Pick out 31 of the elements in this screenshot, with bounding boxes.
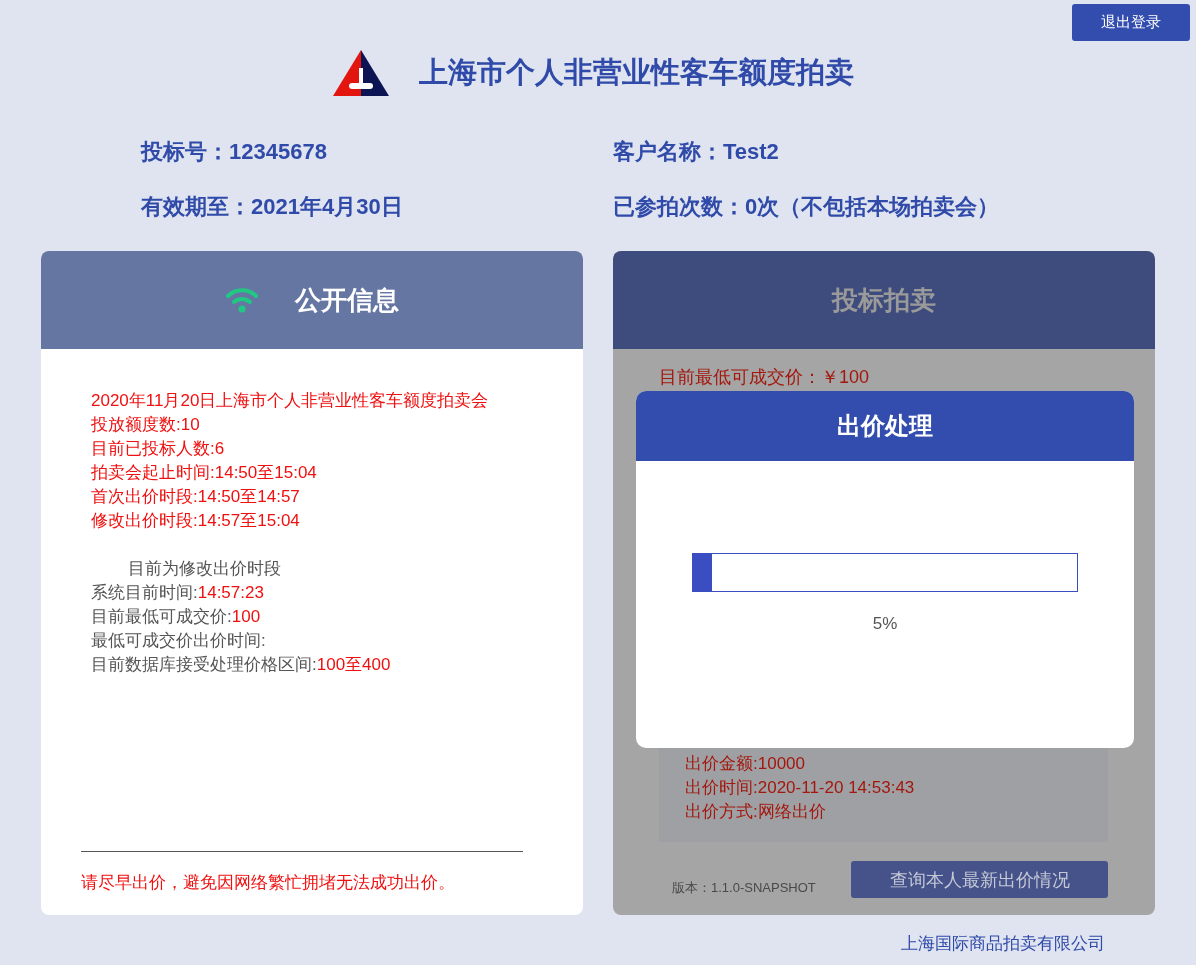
bidder-info-text: 客户名称：Test2 bbox=[613, 138, 780, 166]
info-line: 目前数据库接受处理价格区间:100至400 bbox=[91, 654, 392, 676]
info-line: 系统目前时间:14:57:23 bbox=[91, 582, 265, 604]
page-title: 上海市个人非营业性客车额度拍卖 bbox=[418, 54, 854, 90]
wifi-icon bbox=[225, 285, 259, 315]
panel-title: 公开信息 bbox=[295, 283, 399, 317]
query-bid-button[interactable]: 查询本人最新出价情况 bbox=[851, 861, 1108, 898]
logout-button[interactable]: 退出登录 bbox=[1072, 4, 1190, 41]
info-line: 目前为修改出价时段 bbox=[127, 558, 282, 580]
company-name: 上海国际商品拍卖有限公司 bbox=[901, 933, 1105, 955]
info-line: 修改出价时段:14:57至15:04 bbox=[91, 510, 301, 532]
info-line: 目前最低可成交价:100 bbox=[91, 606, 262, 628]
dialog-title: 出价处理 bbox=[837, 411, 933, 441]
info-line: 最低可成交价出价时间: bbox=[91, 630, 267, 652]
info-line: 拍卖会起止时间:14:50至15:04 bbox=[91, 462, 318, 484]
bid-record-line: 出价时间:2020-11-20 14:53:43 bbox=[685, 777, 916, 799]
bidder-info-text: 有效期至：2021年4月30日 bbox=[141, 193, 404, 221]
info-line: 首次出价时段:14:50至14:57 bbox=[91, 486, 301, 508]
notice-text: 请尽早出价，避免因网络繁忙拥堵无法成功出价。 bbox=[81, 872, 456, 894]
bid-record-line: 出价方式:网络出价 bbox=[685, 801, 827, 823]
lowest-price-text: 目前最低可成交价：￥100 bbox=[659, 366, 871, 389]
info-line: 目前已投标人数:6 bbox=[91, 438, 226, 460]
panel-title: 投标拍卖 bbox=[832, 283, 936, 317]
progress-percent: 5% bbox=[871, 614, 899, 634]
version-text: 版本：1.1.0-SNAPSHOT bbox=[672, 879, 816, 897]
bid-record-line: 出价金额:10000 bbox=[685, 753, 806, 775]
bidder-info-text: 投标号：12345678 bbox=[141, 138, 328, 166]
bidder-info-text: 已参拍次数：0次（不包括本场拍卖会） bbox=[613, 193, 1001, 221]
logo-icon bbox=[332, 49, 389, 96]
info-line: 投放额度数:10 bbox=[91, 414, 201, 436]
info-line: 2020年11月20日上海市个人非营业性客车额度拍卖会 bbox=[91, 390, 490, 412]
